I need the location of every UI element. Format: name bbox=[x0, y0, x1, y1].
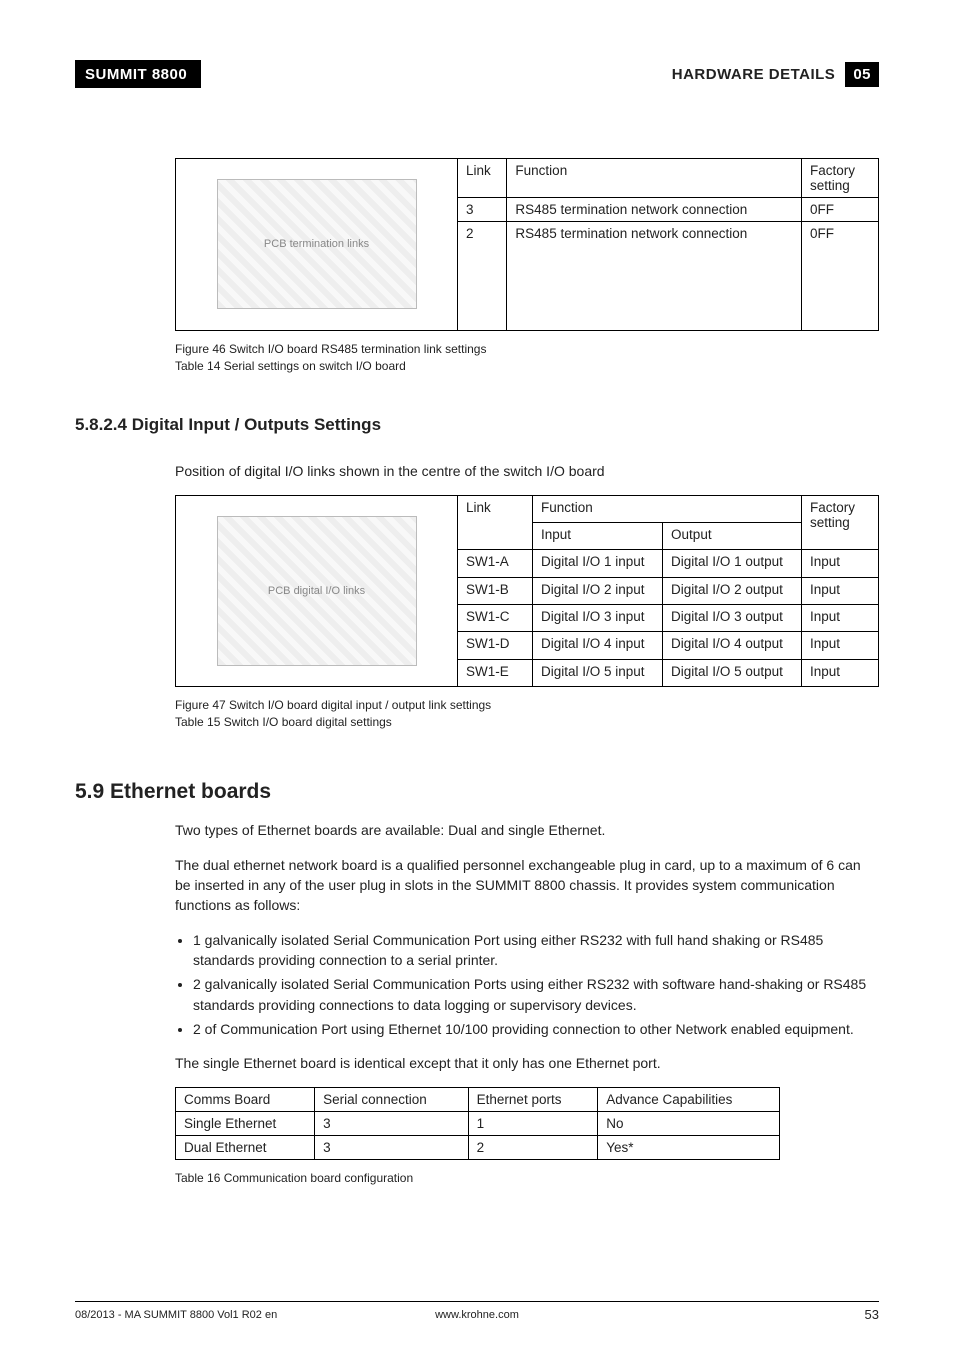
ethernet-block: Two types of Ethernet boards are availab… bbox=[175, 820, 879, 1187]
cell-link: SW1-D bbox=[458, 632, 533, 659]
th-serial: Serial connection bbox=[315, 1088, 469, 1112]
cell-output: Digital I/O 5 output bbox=[663, 659, 802, 686]
cell-factory: Input bbox=[802, 550, 879, 577]
table-14-caption: Table 14 Serial settings on switch I/O b… bbox=[175, 358, 879, 375]
th-link: Link bbox=[458, 495, 533, 550]
page-footer: 08/2013 - MA SUMMIT 8800 Vol1 R02 en www… bbox=[75, 1301, 879, 1322]
page: SUMMIT 8800 HARDWARE DETAILS 05 PCB term… bbox=[0, 0, 954, 1350]
th-output: Output bbox=[663, 523, 802, 550]
ethernet-p2: The dual ethernet network board is a qua… bbox=[175, 855, 879, 916]
header-section-number: 05 bbox=[845, 62, 879, 87]
comms-board-table: Comms Board Serial connection Ethernet p… bbox=[175, 1087, 780, 1160]
table-15-caption: Table 15 Switch I/O board digital settin… bbox=[175, 714, 879, 731]
cell-factory: Input bbox=[802, 605, 879, 632]
cell-link: SW1-E bbox=[458, 659, 533, 686]
cell-link: 3 bbox=[458, 198, 507, 222]
cell-serial: 3 bbox=[315, 1136, 469, 1160]
list-item: 2 galvanically isolated Serial Communica… bbox=[193, 974, 879, 1015]
header-section: HARDWARE DETAILS 05 bbox=[672, 60, 879, 88]
digital-io-table: PCB digital I/O links Link Function Fact… bbox=[175, 495, 879, 687]
cell-board: Dual Ethernet bbox=[176, 1136, 315, 1160]
cell-link: SW1-C bbox=[458, 605, 533, 632]
cell-input: Digital I/O 2 input bbox=[533, 577, 663, 604]
ethernet-p3: The single Ethernet board is identical e… bbox=[175, 1053, 879, 1073]
cell-ports: 2 bbox=[468, 1136, 598, 1160]
th-factory: Factory setting bbox=[802, 159, 879, 198]
th-input: Input bbox=[533, 523, 663, 550]
list-item: 1 galvanically isolated Serial Communica… bbox=[193, 930, 879, 971]
heading-5-8-2-4: 5.8.2.4 Digital Input / Outputs Settings bbox=[75, 415, 879, 435]
cell-board: Single Ethernet bbox=[176, 1112, 315, 1136]
rs485-table-block: PCB termination links Link Function Fact… bbox=[175, 158, 879, 375]
cell-link: SW1-A bbox=[458, 550, 533, 577]
cell-function: RS485 termination network connection bbox=[507, 198, 802, 222]
cell-output: Digital I/O 1 output bbox=[663, 550, 802, 577]
table-row: Dual Ethernet 3 2 Yes* bbox=[176, 1136, 780, 1160]
cell-advance: No bbox=[598, 1112, 780, 1136]
th-ethernet-ports: Ethernet ports bbox=[468, 1088, 598, 1112]
cell-link: 2 bbox=[458, 222, 507, 331]
ethernet-bullets: 1 galvanically isolated Serial Communica… bbox=[175, 930, 879, 1039]
cell-factory: Input bbox=[802, 659, 879, 686]
rs485-image-cell: PCB termination links bbox=[176, 159, 458, 331]
th-advance: Advance Capabilities bbox=[598, 1088, 780, 1112]
header-section-title: HARDWARE DETAILS bbox=[672, 66, 836, 83]
th-function: Function bbox=[507, 159, 802, 198]
cell-output: Digital I/O 4 output bbox=[663, 632, 802, 659]
list-item: 2 of Communication Port using Ethernet 1… bbox=[193, 1019, 879, 1039]
table-row: Single Ethernet 3 1 No bbox=[176, 1112, 780, 1136]
th-comms-board: Comms Board bbox=[176, 1088, 315, 1112]
th-link: Link bbox=[458, 159, 507, 198]
cell-link: SW1-B bbox=[458, 577, 533, 604]
figure-47-caption: Figure 47 Switch I/O board digital input… bbox=[175, 697, 879, 714]
cell-input: Digital I/O 1 input bbox=[533, 550, 663, 577]
cell-output: Digital I/O 3 output bbox=[663, 605, 802, 632]
cell-factory: Input bbox=[802, 632, 879, 659]
cell-output: Digital I/O 2 output bbox=[663, 577, 802, 604]
cell-function: RS485 termination network connection bbox=[507, 222, 802, 331]
footer-left: 08/2013 - MA SUMMIT 8800 Vol1 R02 en bbox=[75, 1309, 277, 1321]
heading-5-9: 5.9 Ethernet boards bbox=[75, 780, 879, 804]
digital-io-pcb-image: PCB digital I/O links bbox=[217, 516, 417, 666]
cell-advance: Yes* bbox=[598, 1136, 780, 1160]
digital-io-image-cell: PCB digital I/O links bbox=[176, 495, 458, 686]
cell-factory: 0FF bbox=[802, 198, 879, 222]
cell-factory: 0FF bbox=[802, 222, 879, 331]
table-16-caption: Table 16 Communication board configurati… bbox=[175, 1170, 879, 1187]
cell-serial: 3 bbox=[315, 1112, 469, 1136]
cell-input: Digital I/O 4 input bbox=[533, 632, 663, 659]
cell-input: Digital I/O 5 input bbox=[533, 659, 663, 686]
ethernet-p1: Two types of Ethernet boards are availab… bbox=[175, 820, 879, 840]
cell-ports: 1 bbox=[468, 1112, 598, 1136]
cell-input: Digital I/O 3 input bbox=[533, 605, 663, 632]
rs485-pcb-image: PCB termination links bbox=[217, 179, 417, 309]
th-function: Function bbox=[533, 495, 802, 522]
digital-io-intro: Position of digital I/O links shown in t… bbox=[175, 461, 879, 481]
header-product: SUMMIT 8800 bbox=[75, 60, 201, 88]
rs485-table: PCB termination links Link Function Fact… bbox=[175, 158, 879, 331]
th-factory: Factory setting bbox=[802, 495, 879, 550]
page-header: SUMMIT 8800 HARDWARE DETAILS 05 bbox=[75, 60, 879, 88]
cell-factory: Input bbox=[802, 577, 879, 604]
figure-46-caption: Figure 46 Switch I/O board RS485 termina… bbox=[175, 341, 879, 358]
digital-io-block: Position of digital I/O links shown in t… bbox=[175, 461, 879, 731]
